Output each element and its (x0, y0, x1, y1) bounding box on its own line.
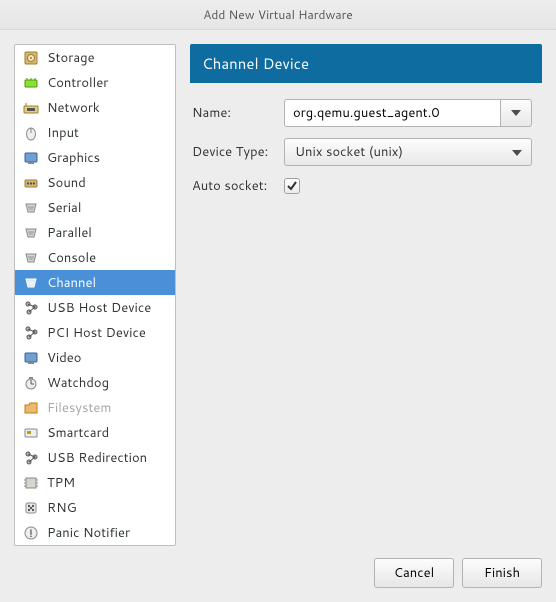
console-icon (23, 250, 39, 266)
dialog-footer: Cancel Finish (0, 546, 556, 602)
device-type-select[interactable]: Unix socket (unix) (284, 138, 532, 166)
tpm-icon (23, 475, 39, 491)
window-title: Add New Virtual Hardware (0, 0, 556, 30)
device-type-value: Unix socket (unix) (295, 143, 403, 161)
name-dropdown-button[interactable] (500, 99, 532, 127)
name-label: Name: (192, 104, 276, 122)
sidebar-item-usb-redirection[interactable]: USB Redirection (15, 445, 175, 470)
sidebar-item-smartcard[interactable]: Smartcard (15, 420, 175, 445)
sidebar-item-label: Storage (47, 49, 95, 67)
sidebar-item-serial[interactable]: Serial (15, 195, 175, 220)
controller-icon (23, 75, 39, 91)
sidebar-item-rng[interactable]: RNG (15, 495, 175, 520)
video-icon (23, 350, 39, 366)
sidebar-item-panic-notifier[interactable]: ! Panic Notifier (15, 520, 175, 545)
sidebar-item-label: Filesystem (47, 399, 111, 417)
sidebar-item-label: Controller (47, 74, 108, 92)
input-icon (23, 125, 39, 141)
watchdog-icon (23, 375, 39, 391)
panic-icon: ! (23, 525, 39, 541)
device-type-row: Device Type: Unix socket (unix) (192, 138, 540, 166)
sidebar-item-watchdog[interactable]: Watchdog (15, 370, 175, 395)
sidebar-item-pci-host-device[interactable]: PCI Host Device (15, 320, 175, 345)
sidebar-item-input[interactable]: Input (15, 120, 175, 145)
sidebar-item-channel[interactable]: Channel (15, 270, 175, 295)
storage-icon (23, 50, 39, 66)
sidebar-item-console[interactable]: Console (15, 245, 175, 270)
cancel-button[interactable]: Cancel (374, 558, 454, 588)
name-input[interactable] (284, 99, 500, 127)
sidebar-item-filesystem: Filesystem (15, 395, 175, 420)
svg-text:!: ! (29, 527, 32, 541)
finish-button[interactable]: Finish (462, 558, 542, 588)
panel-title: Channel Device (190, 44, 542, 83)
auto-socket-row: Auto socket: (192, 177, 540, 195)
window-title-text: Add New Virtual Hardware (203, 6, 352, 23)
sound-icon (23, 175, 39, 191)
name-combo (284, 99, 532, 127)
sidebar-item-label: USB Redirection (47, 449, 147, 467)
sidebar-item-network[interactable]: Network (15, 95, 175, 120)
sidebar-item-controller[interactable]: Controller (15, 70, 175, 95)
serial-icon (23, 200, 39, 216)
sidebar-item-storage[interactable]: Storage (15, 45, 175, 70)
sidebar-item-parallel[interactable]: Parallel (15, 220, 175, 245)
sidebar-item-usb-host-device[interactable]: USB Host Device (15, 295, 175, 320)
hardware-sidebar: Storage Controller Network Input Graphics Sou… (14, 44, 176, 546)
sidebar-item-label: Sound (47, 174, 86, 192)
sidebar-item-graphics[interactable]: Graphics (15, 145, 175, 170)
sidebar-item-label: TPM (47, 474, 75, 492)
sidebar-item-tpm[interactable]: TPM (15, 470, 175, 495)
sidebar-item-label: Watchdog (47, 374, 109, 392)
sidebar-item-label: Smartcard (47, 424, 109, 442)
chevron-down-icon (512, 143, 522, 161)
sidebar-item-label: Serial (47, 199, 81, 217)
sidebar-item-label: Graphics (47, 149, 100, 167)
name-row: Name: (192, 99, 540, 127)
graphics-icon (23, 150, 39, 166)
sidebar-item-label: Channel (47, 274, 96, 292)
sidebar-item-label: Input (47, 124, 79, 142)
channel-icon (23, 275, 39, 291)
device-type-label: Device Type: (192, 143, 276, 161)
auto-socket-checkbox[interactable] (284, 178, 300, 194)
rng-icon (23, 500, 39, 516)
sidebar-item-label: Parallel (47, 224, 92, 242)
parallel-icon (23, 225, 39, 241)
sidebar-item-sound[interactable]: Sound (15, 170, 175, 195)
sidebar-item-label: RNG (47, 499, 77, 517)
sidebar-item-label: Panic Notifier (47, 524, 130, 542)
filesystem-icon (23, 400, 39, 416)
sidebar-item-label: USB Host Device (47, 299, 151, 317)
usbredir-icon (23, 450, 39, 466)
auto-socket-label: Auto socket: (192, 177, 276, 195)
smartcard-icon (23, 425, 39, 441)
sidebar-item-label: Video (47, 349, 81, 367)
sidebar-item-video[interactable]: Video (15, 345, 175, 370)
network-icon (23, 100, 39, 116)
main-panel: Channel Device Name: Device Type: Unix s… (190, 44, 542, 546)
sidebar-item-label: Network (47, 99, 100, 117)
chevron-down-icon (511, 110, 521, 116)
sidebar-item-label: PCI Host Device (47, 324, 146, 342)
sidebar-item-label: Console (47, 249, 96, 267)
pci-icon (23, 325, 39, 341)
usb-icon (23, 300, 39, 316)
